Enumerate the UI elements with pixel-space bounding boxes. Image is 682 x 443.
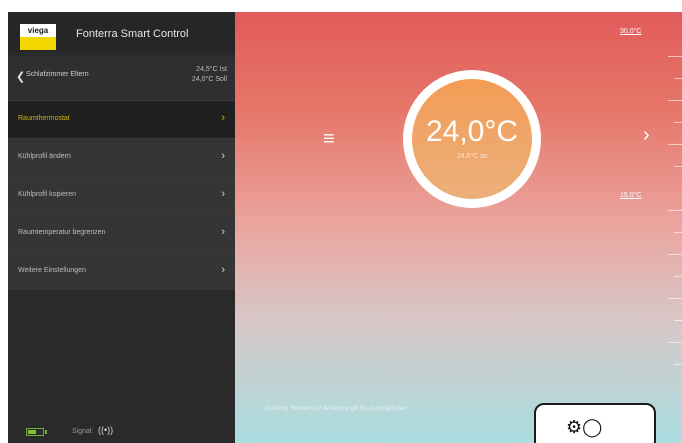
menu-item-kuehlprofil-kopieren[interactable]: Kühlprofil kopieren › <box>8 176 235 214</box>
menu-item-raumtemperatur-begrenzen[interactable]: Raumtemperatur begrenzen › <box>8 214 235 252</box>
scale-tick <box>668 100 682 101</box>
chevron-left-icon[interactable]: ❮ <box>16 70 25 83</box>
signal-icon: ((•)) <box>98 425 114 435</box>
logo-yellow-bar <box>20 37 56 50</box>
scale-tick <box>668 254 682 255</box>
room-selector[interactable]: ❮ Schlafzimmer Eltern 24,5°C Ist 24,0°C … <box>8 56 235 100</box>
menu-item-kuehlprofil-aendern[interactable]: Kühlprofil ändern › <box>8 138 235 176</box>
chevron-right-icon: › <box>221 112 225 124</box>
scale-tick <box>668 144 682 145</box>
chevron-right-icon: › <box>221 188 225 200</box>
scale-min-label: 15,0°C <box>620 192 642 199</box>
room-temps: 24,5°C Ist 24,0°C Soll <box>192 65 227 85</box>
menu-item-raumthermostat[interactable]: Raumthermostat › <box>8 100 235 138</box>
room-target-temp: 24,0°C Soll <box>191 76 227 83</box>
actual-temperature: 24,5°C ist <box>456 153 488 160</box>
menu-item-label: Kühlprofil kopieren <box>18 191 76 198</box>
scale-tick <box>668 298 682 299</box>
settings-remote-button[interactable]: ⚙◯ <box>534 403 656 443</box>
menu-item-label: Raumtemperatur begrenzen <box>18 229 106 236</box>
logo-text: viega <box>20 24 56 37</box>
battery-icon <box>26 428 44 436</box>
viega-logo: viega <box>20 24 56 50</box>
scale-tick <box>668 56 682 57</box>
brand-bar: viega Fonterra Smart Control <box>8 12 235 52</box>
menu-item-label: Raumthermostat <box>18 115 70 122</box>
hamburger-icon[interactable]: ≡ <box>323 128 335 151</box>
signal-label: Signal: <box>72 428 94 435</box>
menu-item-label: Kühlprofil ändern <box>18 153 71 160</box>
app-window: viega Fonterra Smart Control ❮ Schlafzim… <box>8 12 682 443</box>
scale-tick <box>674 276 682 277</box>
room-actual-temp: 24,5°C Ist <box>196 66 227 73</box>
chevron-right-icon: › <box>221 264 225 276</box>
settings-remote-icon: ⚙◯ <box>566 417 603 438</box>
chevron-right-icon: › <box>221 226 225 238</box>
chevron-right-icon: › <box>221 150 225 162</box>
scale-tick <box>674 78 682 79</box>
set-temperature: 24,0°C <box>425 115 519 148</box>
scale-max-label: 30,0°C <box>620 28 642 35</box>
app-title: Fonterra Smart Control <box>76 28 189 40</box>
battery-cap <box>45 430 47 434</box>
thermostat-panel: ≡ › 24,0°C 24,5°C ist 30,0°C 15,0°C Acht… <box>235 12 682 443</box>
menu-item-label: Weitere Einstellungen <box>18 267 86 274</box>
hint-text: Achtung, Hinweis zur Änderung gilt bis z… <box>265 406 407 412</box>
scale-tick <box>674 364 682 365</box>
scale-tick <box>674 232 682 233</box>
room-name: Schlafzimmer Eltern <box>26 71 89 78</box>
scale-tick <box>674 320 682 321</box>
scale-tick <box>668 342 682 343</box>
scale-tick <box>668 210 682 211</box>
menu-item-weitere-einstellungen[interactable]: Weitere Einstellungen › <box>8 252 235 290</box>
sidebar: viega Fonterra Smart Control ❮ Schlafzim… <box>8 12 235 443</box>
status-bar: Signal: ((•)) <box>8 422 235 443</box>
scale-tick <box>674 166 682 167</box>
scale-tick <box>674 122 682 123</box>
battery-level <box>28 430 36 434</box>
chevron-right-icon[interactable]: › <box>643 124 650 147</box>
